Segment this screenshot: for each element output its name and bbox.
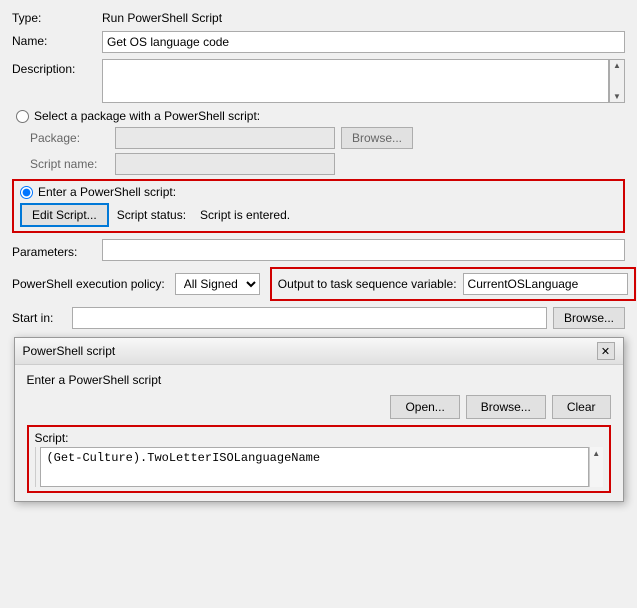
dialog-clear-btn[interactable]: Clear <box>552 395 611 419</box>
main-panel: Type: Run PowerShell Script Name: Descri… <box>0 0 637 510</box>
script-name-row: Script name: <box>30 153 625 175</box>
dialog-open-btn[interactable]: Open... <box>390 395 459 419</box>
start-in-browse-btn[interactable]: Browse... <box>553 307 625 329</box>
package-section: Package: Browse... Script name: <box>12 127 625 175</box>
select-package-radio-row: Select a package with a PowerShell scrip… <box>12 109 625 123</box>
dialog-buttons-row: Open... Browse... Clear <box>27 395 611 419</box>
dialog-title: PowerShell script <box>23 344 116 358</box>
output-label: Output to task sequence variable: <box>278 277 457 291</box>
enter-ps-label: Enter a PowerShell script: <box>38 185 176 199</box>
description-scrollbar[interactable]: ▲ ▼ <box>609 59 625 103</box>
type-row: Type: Run PowerShell Script <box>12 8 625 25</box>
dialog-titlebar: PowerShell script ✕ <box>15 338 623 365</box>
dialog-subtitle: Enter a PowerShell script <box>27 373 611 387</box>
script-scrollbar[interactable]: ▲ <box>589 447 603 487</box>
edit-script-btn[interactable]: Edit Script... <box>20 203 109 227</box>
script-section: Script: (Get-Culture).TwoLetterISOLangua… <box>27 425 611 493</box>
script-name-input[interactable] <box>115 153 335 175</box>
scroll-down-icon[interactable]: ▼ <box>613 92 621 101</box>
parameters-input[interactable] <box>102 239 625 261</box>
dialog-body: Enter a PowerShell script Open... Browse… <box>15 365 623 501</box>
name-label: Name: <box>12 31 102 48</box>
parameters-row: Parameters: <box>12 239 625 261</box>
dialog-close-btn[interactable]: ✕ <box>597 342 615 360</box>
select-package-label: Select a package with a PowerShell scrip… <box>34 109 260 123</box>
scroll-up-icon[interactable]: ▲ <box>613 61 621 70</box>
name-input[interactable] <box>102 31 625 53</box>
dialog-browse-btn[interactable]: Browse... <box>466 395 546 419</box>
package-input[interactable] <box>115 127 335 149</box>
ps-exec-row: PowerShell execution policy: All Signed … <box>12 267 625 301</box>
ps-exec-select[interactable]: All Signed <box>175 273 260 295</box>
type-value: Run PowerShell Script <box>102 8 625 25</box>
package-browse-btn[interactable]: Browse... <box>341 127 413 149</box>
description-textarea[interactable] <box>102 59 609 103</box>
type-label: Type: <box>12 8 102 25</box>
script-status-label: Script status: <box>117 208 186 222</box>
description-label: Description: <box>12 59 102 76</box>
edit-script-row: Edit Script... Script status: Script is … <box>20 203 617 227</box>
name-row: Name: <box>12 31 625 53</box>
parameters-label: Parameters: <box>12 242 102 259</box>
script-label: Script: <box>35 431 603 445</box>
start-in-input[interactable] <box>72 307 547 329</box>
script-scroll-up-icon[interactable]: ▲ <box>592 449 600 458</box>
select-package-radio[interactable] <box>16 110 29 123</box>
script-textarea[interactable]: (Get-Culture).TwoLetterISOLanguageName <box>40 447 589 487</box>
package-row: Package: Browse... <box>30 127 625 149</box>
enter-ps-radio-row: Enter a PowerShell script: <box>20 185 617 199</box>
start-in-label: Start in: <box>12 311 72 325</box>
script-status-value: Script is entered. <box>200 208 290 222</box>
description-row: Description: ▲ ▼ <box>12 59 625 103</box>
script-left-border <box>35 447 37 487</box>
ps-exec-label: PowerShell execution policy: <box>12 277 165 291</box>
output-section: Output to task sequence variable: <box>270 267 636 301</box>
enter-ps-section: Enter a PowerShell script: Edit Script..… <box>12 179 625 233</box>
output-input[interactable] <box>463 273 628 295</box>
script-name-label: Script name: <box>30 157 115 171</box>
package-label: Package: <box>30 131 115 145</box>
enter-ps-radio[interactable] <box>20 186 33 199</box>
start-in-row: Start in: Browse... <box>12 307 625 329</box>
powershell-dialog: PowerShell script ✕ Enter a PowerShell s… <box>14 337 624 502</box>
script-wrapper: (Get-Culture).TwoLetterISOLanguageName ▲ <box>35 447 603 487</box>
